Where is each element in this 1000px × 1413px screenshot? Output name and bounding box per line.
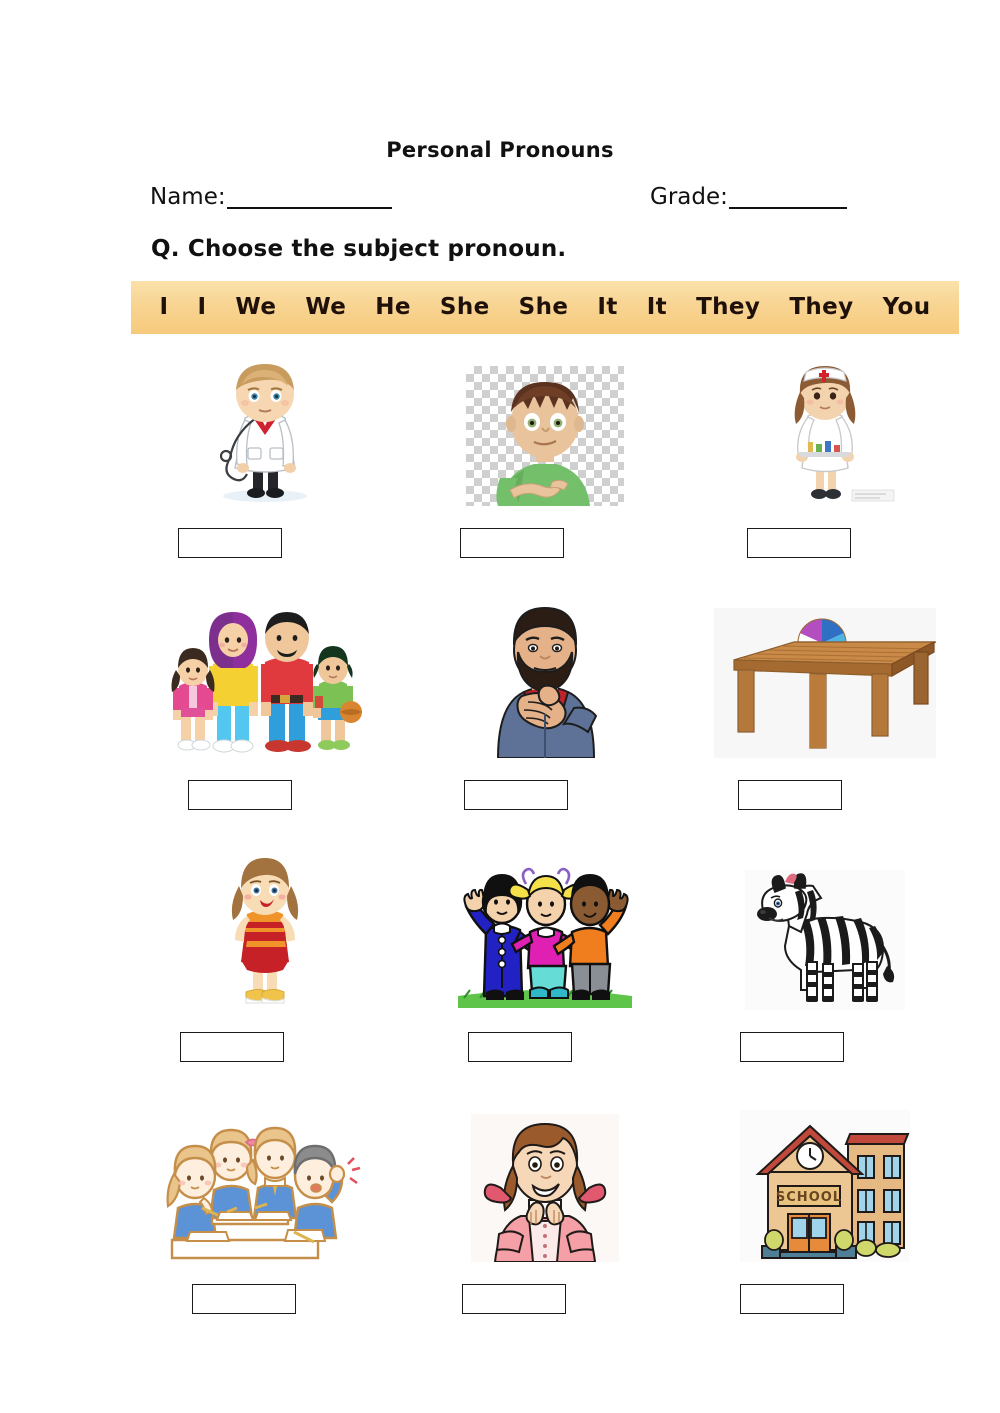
- question-item: [690, 850, 960, 1062]
- answer-box[interactable]: [464, 780, 568, 810]
- picture-area: [410, 1102, 680, 1262]
- answer-box[interactable]: [460, 528, 564, 558]
- word-bank-item[interactable]: We: [235, 296, 276, 319]
- word-bank-item[interactable]: He: [375, 296, 411, 319]
- grade-label: Grade:: [650, 184, 728, 210]
- picture-area: [130, 598, 400, 758]
- nurse-holding-tray-icon: [750, 354, 900, 506]
- doctor-with-stethoscope-icon: [190, 356, 340, 506]
- three-children-waving-icon: [450, 854, 640, 1010]
- answer-box[interactable]: [740, 1032, 844, 1062]
- name-field[interactable]: Name:: [150, 186, 392, 209]
- boy-pointing-at-himself-icon: [466, 366, 624, 506]
- question-item: [130, 598, 400, 810]
- answer-box[interactable]: [462, 1284, 566, 1314]
- question-item: [130, 1102, 400, 1314]
- grade-field[interactable]: Grade:: [650, 186, 847, 209]
- question-row: [130, 346, 960, 598]
- word-bank-item[interactable]: It: [597, 296, 617, 319]
- picture-area: [130, 346, 400, 506]
- answer-box[interactable]: [468, 1032, 572, 1062]
- word-bank-item[interactable]: I: [159, 296, 168, 319]
- girl-pointing-at-herself-icon: [471, 1114, 619, 1262]
- grade-write-line[interactable]: [728, 190, 847, 209]
- name-label: Name:: [150, 184, 226, 210]
- word-bank-item[interactable]: She: [440, 296, 490, 319]
- name-write-line[interactable]: [226, 190, 392, 209]
- word-bank: I I We We He She She It It They They You: [131, 281, 959, 334]
- question-row: [130, 850, 960, 1102]
- answer-box[interactable]: [747, 528, 851, 558]
- worksheet-page: Personal Pronouns Name: Grade: Q. Choose…: [0, 0, 1000, 1413]
- bearded-man-pointing-at-himself-icon: [478, 596, 612, 758]
- question-grid: SCHOOL: [130, 346, 960, 1354]
- picture-area: [130, 1102, 400, 1262]
- word-bank-item[interactable]: It: [647, 296, 667, 319]
- question-row: SCHOOL: [130, 1102, 960, 1354]
- picture-area: [410, 346, 680, 506]
- page-title: Personal Pronouns: [386, 138, 614, 162]
- picture-area: [690, 850, 960, 1010]
- word-bank-item[interactable]: You: [883, 296, 931, 319]
- answer-box[interactable]: [180, 1032, 284, 1062]
- instruction-text: Q. Choose the subject pronoun.: [151, 236, 567, 262]
- question-item: SCHOOL: [690, 1102, 960, 1314]
- word-bank-item[interactable]: They: [696, 296, 760, 319]
- question-row: [130, 596, 960, 850]
- question-item: [130, 850, 400, 1062]
- question-item: [410, 1102, 680, 1314]
- word-bank-item[interactable]: I: [197, 296, 206, 319]
- question-item: [690, 346, 960, 558]
- picture-area: [130, 850, 400, 1010]
- answer-box[interactable]: [192, 1284, 296, 1314]
- answer-box[interactable]: [178, 528, 282, 558]
- girl-in-red-dress-icon: [205, 852, 325, 1010]
- answer-box[interactable]: [740, 1284, 844, 1314]
- student-info-row: Name: Grade:: [150, 186, 850, 218]
- family-of-four-icon: [165, 602, 365, 758]
- students-in-classroom-icon: [160, 1112, 370, 1262]
- school-building-icon: SCHOOL: [740, 1110, 910, 1262]
- question-item: [410, 596, 680, 810]
- picture-area: [410, 850, 680, 1010]
- picture-area: SCHOOL: [690, 1102, 960, 1262]
- word-bank-item[interactable]: We: [305, 296, 346, 319]
- question-item: [410, 850, 680, 1062]
- picture-area: [410, 596, 680, 758]
- school-sign-text: SCHOOL: [776, 1190, 842, 1205]
- wooden-table-with-beach-ball-icon: [714, 608, 936, 758]
- question-item: [690, 598, 960, 810]
- word-bank-item[interactable]: They: [789, 296, 853, 319]
- word-bank-item[interactable]: She: [519, 296, 569, 319]
- question-item: [130, 346, 400, 558]
- answer-box[interactable]: [738, 780, 842, 810]
- picture-area: [690, 346, 960, 506]
- zebra-icon: [745, 870, 905, 1010]
- question-item: [410, 346, 680, 558]
- picture-area: [690, 598, 960, 758]
- answer-box[interactable]: [188, 780, 292, 810]
